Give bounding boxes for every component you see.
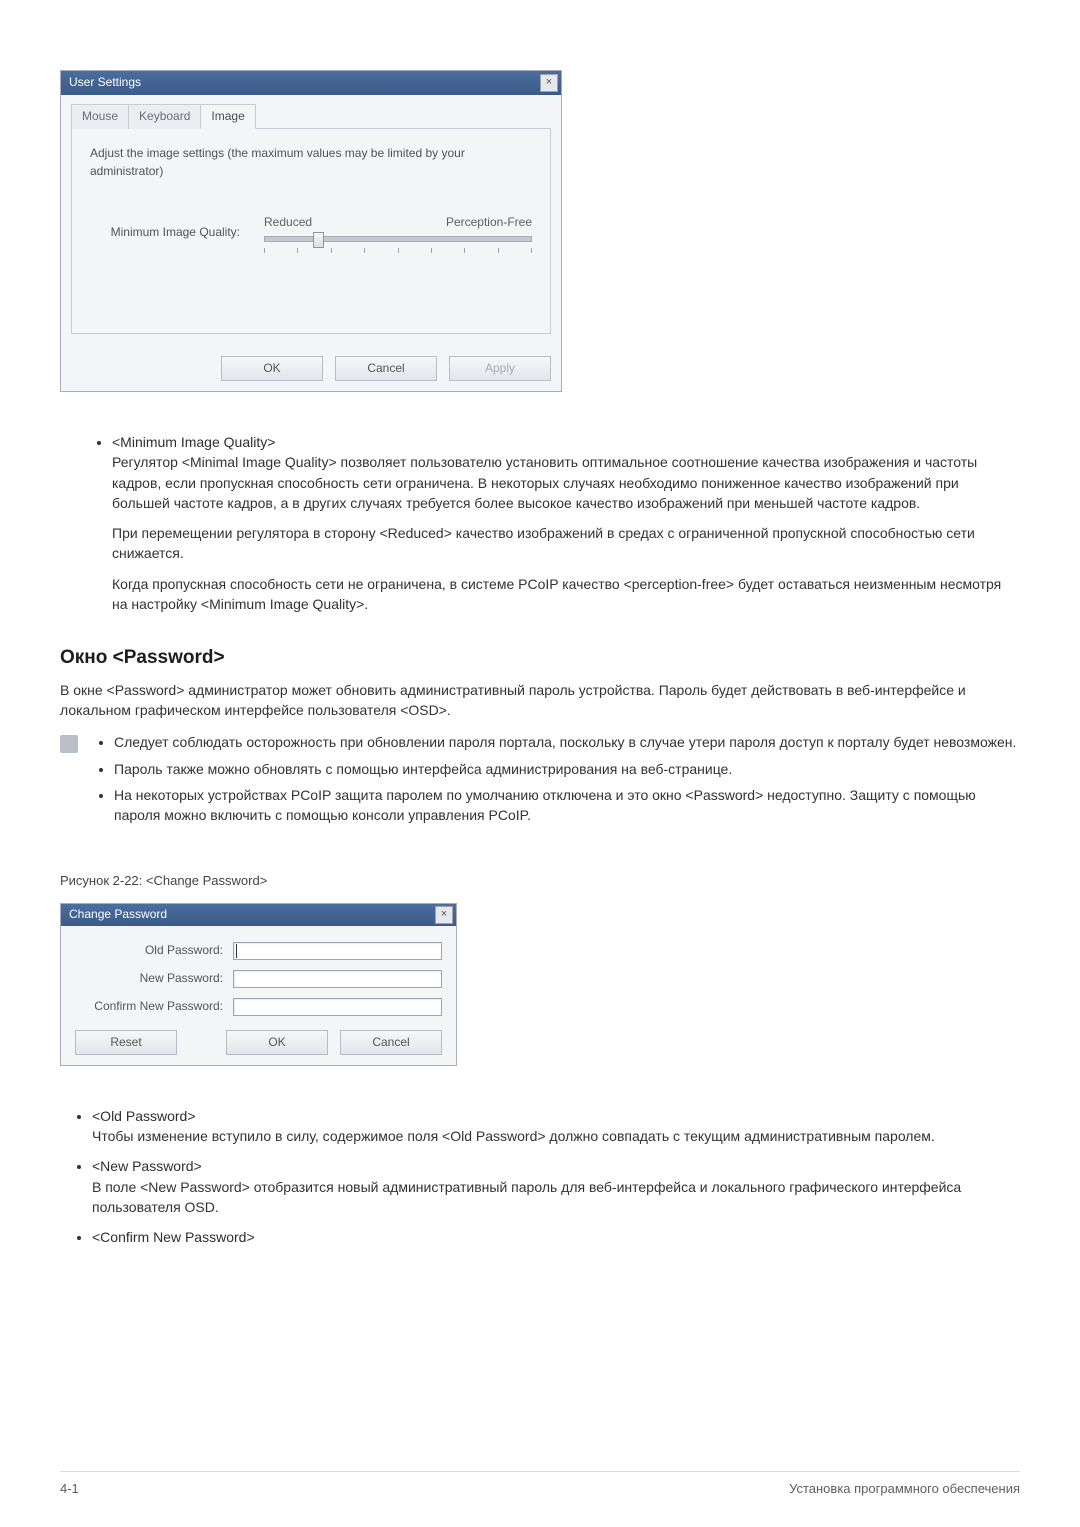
- dialog-title: User Settings: [69, 74, 141, 91]
- old-password-input[interactable]: [233, 942, 442, 960]
- user-settings-titlebar[interactable]: User Settings ×: [61, 71, 561, 95]
- change-password-titlebar[interactable]: Change Password ×: [61, 904, 456, 926]
- user-settings-body: Mouse Keyboard Image Adjust the image se…: [61, 95, 561, 391]
- password-note-list: Следует соблюдать осторожность при обнов…: [92, 732, 1020, 831]
- ok-button[interactable]: OK: [226, 1030, 328, 1055]
- change-password-buttons: Reset OK Cancel: [75, 1026, 442, 1055]
- miq-para-1: Регулятор <Minimal Image Quality> позвол…: [112, 452, 1020, 513]
- new-password-input[interactable]: [233, 970, 442, 988]
- slider-area: Reduced Perception-Free: [264, 214, 532, 252]
- list-item: <Confirm New Password>: [92, 1227, 1020, 1247]
- miq-para-3: Когда пропускная способность сети не огр…: [112, 574, 1020, 615]
- tab-keyboard[interactable]: Keyboard: [128, 104, 201, 129]
- apply-button[interactable]: Apply: [449, 356, 551, 381]
- note-item: На некоторых устройствах PCoIP защита па…: [114, 785, 1020, 826]
- password-intro: В окне <Password> администратор может об…: [60, 680, 1020, 721]
- page-number: 4-1: [60, 1480, 79, 1499]
- slider-captions: Reduced Perception-Free: [264, 214, 532, 231]
- cancel-button[interactable]: Cancel: [335, 356, 437, 381]
- confirm-password-term: <Confirm New Password>: [92, 1227, 1020, 1247]
- list-item: <Old Password> Чтобы изменение вступило …: [92, 1106, 1020, 1147]
- confirm-password-input[interactable]: [233, 998, 442, 1016]
- user-settings-dialog: User Settings × Mouse Keyboard Image Adj…: [60, 70, 562, 392]
- miq-para-2: При перемещении регулятора в сторону <Re…: [112, 523, 1020, 564]
- image-tab-panel: Adjust the image settings (the maximum v…: [71, 129, 551, 333]
- new-password-term: <New Password>: [92, 1156, 1020, 1176]
- note-item: Следует соблюдать осторожность при обнов…: [114, 732, 1020, 752]
- user-settings-buttons: OK Cancel Apply: [71, 346, 551, 381]
- new-password-label: New Password:: [75, 970, 223, 987]
- change-password-body: Old Password: New Password: Confirm New …: [61, 926, 456, 1065]
- slider-label-reduced: Reduced: [264, 214, 312, 231]
- password-section-heading: Окно <Password>: [60, 644, 1020, 672]
- reset-button[interactable]: Reset: [75, 1030, 177, 1055]
- footer-section-title: Установка программного обеспечения: [789, 1480, 1020, 1499]
- password-fields-list: <Old Password> Чтобы изменение вступило …: [60, 1106, 1020, 1248]
- new-password-row: New Password:: [75, 970, 442, 988]
- confirm-password-label: Confirm New Password:: [75, 998, 223, 1015]
- close-icon[interactable]: ×: [540, 74, 558, 92]
- old-password-label: Old Password:: [75, 942, 223, 959]
- tab-image[interactable]: Image: [200, 104, 255, 129]
- old-password-text: Чтобы изменение вступило в силу, содержи…: [92, 1126, 1020, 1146]
- dialog-title: Change Password: [69, 906, 167, 923]
- miq-term: <Minimum Image Quality>: [112, 432, 1020, 452]
- page-footer: 4-1 Установка программного обеспечения: [60, 1471, 1020, 1499]
- cancel-button[interactable]: Cancel: [340, 1030, 442, 1055]
- confirm-password-row: Confirm New Password:: [75, 998, 442, 1016]
- tabs: Mouse Keyboard Image: [71, 103, 551, 129]
- note-item: Пароль также можно обновлять с помощью и…: [114, 759, 1020, 779]
- old-password-term: <Old Password>: [92, 1106, 1020, 1126]
- password-note-block: Следует соблюдать осторожность при обнов…: [60, 732, 1020, 831]
- slider-thumb[interactable]: [313, 232, 324, 248]
- quality-slider[interactable]: [264, 236, 532, 242]
- new-password-text: В поле <New Password> отобразится новый …: [92, 1177, 1020, 1218]
- slider-ticks: [264, 248, 532, 253]
- close-icon[interactable]: ×: [435, 906, 453, 924]
- list-item: <New Password> В поле <New Password> ото…: [92, 1156, 1020, 1217]
- min-image-quality-label: Minimum Image Quality:: [90, 214, 240, 241]
- slider-label-perception-free: Perception-Free: [446, 214, 532, 231]
- old-password-row: Old Password:: [75, 942, 442, 960]
- figure-caption: Рисунок 2-22: <Change Password>: [60, 872, 1020, 891]
- note-icon: [60, 735, 78, 753]
- list-item: <Minimum Image Quality> Регулятор <Minim…: [112, 432, 1020, 614]
- image-settings-note: Adjust the image settings (the maximum v…: [90, 145, 532, 180]
- miq-description-list: <Minimum Image Quality> Регулятор <Minim…: [60, 432, 1020, 614]
- change-password-dialog: Change Password × Old Password: New Pass…: [60, 903, 457, 1066]
- ok-button[interactable]: OK: [221, 356, 323, 381]
- tab-mouse[interactable]: Mouse: [71, 104, 129, 129]
- min-image-quality-row: Minimum Image Quality: Reduced Perceptio…: [90, 214, 532, 252]
- text-caret: [236, 944, 237, 958]
